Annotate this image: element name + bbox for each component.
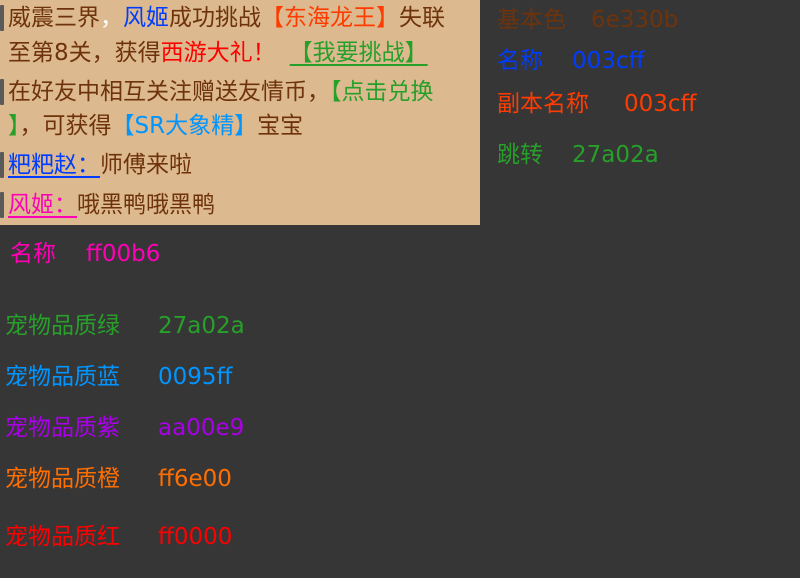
- pet-quality-purple-label: 宠物品质紫: [5, 415, 120, 441]
- text: 失联: [399, 5, 445, 31]
- text: 至第8关，获得: [8, 40, 161, 66]
- message-marker: [0, 79, 4, 105]
- legend-base-value: 6e330b: [591, 7, 679, 33]
- text: 宝宝: [257, 113, 304, 139]
- gift-text: 西游大礼！: [160, 40, 276, 66]
- chat-message-1-line-2: 至第8关，获得西游大礼！ 【我要挑战】: [8, 36, 428, 70]
- chat-message-4: 风姬：哦黑鸭哦黑鸭: [8, 188, 215, 222]
- legend-pink-name-value: ff00b6: [86, 241, 161, 267]
- legend-dungeon-label: 副本名称: [497, 91, 589, 117]
- chat-message-2-line-1: 在好友中相互关注赠送友情币，【点击兑换: [8, 75, 434, 109]
- exchange-link-end[interactable]: 】: [8, 113, 20, 139]
- legend-jump-value: 27a02a: [572, 142, 659, 168]
- pet-quality-red-value: ff0000: [158, 524, 233, 550]
- pet-name: 【SR大象精】: [111, 113, 258, 139]
- exchange-link[interactable]: 【点击兑换: [330, 79, 434, 105]
- player-name: 风姬: [123, 5, 169, 31]
- pet-quality-purple-value: aa00e9: [158, 415, 245, 441]
- challenge-link[interactable]: 【我要挑战】: [290, 40, 428, 66]
- chat-message-1-line-1: 威震三界，风姬成功挑战【东海龙王】失联: [8, 1, 445, 35]
- pet-quality-green-value: 27a02a: [158, 313, 245, 339]
- dungeon-name: 【东海龙王】: [261, 5, 399, 31]
- pet-quality-blue-value: 0095ff: [158, 364, 233, 390]
- sender-link[interactable]: 风姬：: [8, 192, 77, 218]
- text: 师傅来啦: [100, 152, 192, 178]
- message-marker: [0, 5, 4, 31]
- text: ，: [100, 5, 123, 31]
- legend-dungeon-value: 003cff: [624, 91, 697, 117]
- legend-base-label: 基本色: [497, 7, 566, 33]
- text: 成功挑战: [169, 5, 261, 31]
- pet-quality-blue-label: 宠物品质蓝: [5, 364, 120, 390]
- pet-quality-orange-value: ff6e00: [158, 466, 232, 492]
- legend-name-value: 003cff: [572, 48, 645, 74]
- chat-message-2-line-2: 】，可获得【SR大象精】宝宝: [8, 109, 303, 143]
- text: ，可获得: [19, 113, 112, 139]
- message-marker: [0, 192, 4, 218]
- chat-panel: 威震三界，风姬成功挑战【东海龙王】失联 至第8关，获得西游大礼！ 【我要挑战】 在…: [0, 0, 480, 225]
- text: 在好友中相互关注赠送友情币，: [8, 79, 330, 105]
- chat-message-3: 粑粑赵：师傅来啦: [8, 148, 192, 182]
- text: 威震三界: [8, 5, 100, 31]
- pet-quality-green-label: 宠物品质绿: [5, 313, 120, 339]
- text: 哦黑鸭哦黑鸭: [77, 192, 215, 218]
- legend-pink-name-label: 名称: [10, 241, 56, 267]
- legend-jump-label: 跳转: [497, 142, 543, 168]
- sender-link[interactable]: 粑粑赵：: [8, 152, 100, 178]
- pet-quality-orange-label: 宠物品质橙: [5, 466, 120, 492]
- message-marker: [0, 152, 4, 178]
- pet-quality-red-label: 宠物品质红: [5, 524, 120, 550]
- legend-name-label: 名称: [497, 48, 543, 74]
